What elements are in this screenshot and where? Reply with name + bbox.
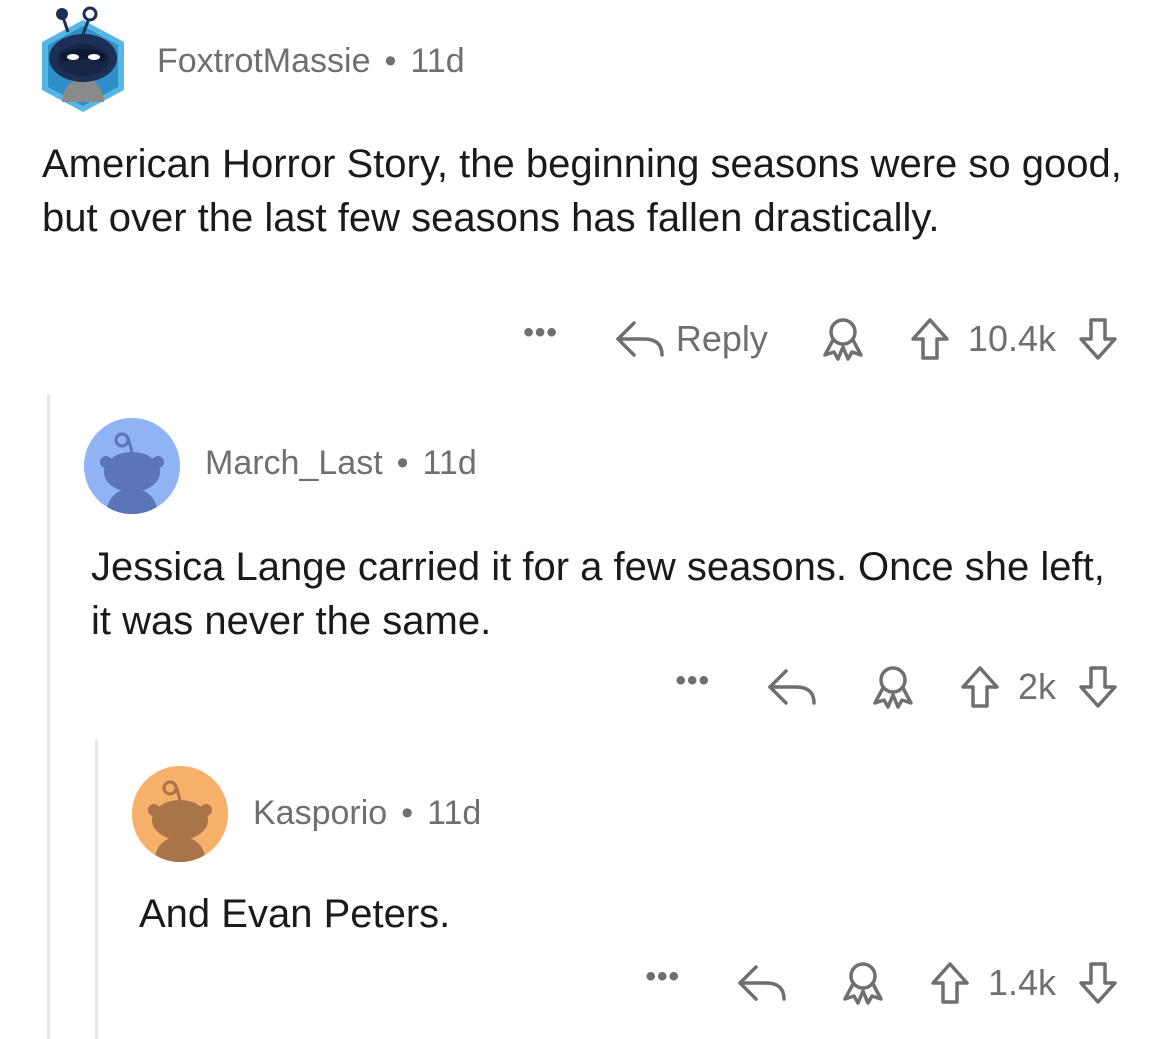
award-button[interactable] <box>840 961 886 1005</box>
comment-age: 11d <box>422 444 477 482</box>
downvote-icon[interactable] <box>1078 665 1118 709</box>
reply-button[interactable] <box>736 963 788 1003</box>
downvote-icon[interactable] <box>1078 961 1118 1005</box>
more-options-button[interactable]: ••• <box>523 316 558 350</box>
avatar[interactable] <box>132 766 228 862</box>
snoo-avatar-icon <box>132 766 228 862</box>
comment-actions: ••• 2k <box>675 662 1118 712</box>
award-button[interactable] <box>820 317 866 361</box>
comment-actions: ••• 1.4k <box>645 958 1118 1008</box>
meta-separator: • <box>396 444 409 482</box>
thread-line-level-2[interactable] <box>95 740 98 1039</box>
username[interactable]: March_Last <box>205 444 383 483</box>
more-options-button[interactable]: ••• <box>645 960 680 994</box>
upvote-icon[interactable] <box>960 665 1000 709</box>
vote-score: 2k <box>1017 666 1056 707</box>
upvote-icon[interactable] <box>910 317 950 361</box>
avatar[interactable] <box>38 2 128 114</box>
downvote-icon[interactable] <box>1078 317 1118 361</box>
comment-body: American Horror Story, the beginning sea… <box>42 142 1122 240</box>
more-options-button[interactable]: ••• <box>675 664 710 698</box>
meta-separator: • <box>401 794 414 832</box>
username[interactable]: Kasporio <box>253 794 387 833</box>
award-icon <box>840 961 886 1005</box>
upvote-icon[interactable] <box>930 961 970 1005</box>
comment-body: And Evan Peters. <box>139 892 451 936</box>
reply-arrow-icon <box>614 319 666 359</box>
comment-age: 11d <box>410 42 465 80</box>
award-button[interactable] <box>870 665 916 709</box>
award-icon <box>820 317 866 361</box>
reply-arrow-icon <box>736 963 788 1003</box>
thread-line-level-1[interactable] <box>47 395 50 1039</box>
comment-body: Jessica Lange carried it for a few seaso… <box>91 545 1105 643</box>
vote-score: 1.4k <box>987 962 1056 1003</box>
comment-meta: Kasporio • 11d <box>253 794 481 833</box>
reply-label: Reply <box>675 318 768 359</box>
comment-actions: ••• Reply 10.4k <box>523 314 1118 364</box>
reply-arrow-icon <box>766 667 818 707</box>
avatar[interactable] <box>84 418 180 514</box>
meta-separator: • <box>384 42 397 80</box>
comment-meta: March_Last • 11d <box>205 444 477 483</box>
vote-score: 10.4k <box>967 318 1056 359</box>
reply-button[interactable] <box>766 667 818 707</box>
username[interactable]: FoxtrotMassie <box>157 42 371 81</box>
comment-age: 11d <box>427 794 482 832</box>
snoo-avatar-icon <box>84 418 180 514</box>
reply-button[interactable]: Reply <box>614 318 768 360</box>
comment-meta: FoxtrotMassie • 11d <box>157 42 465 81</box>
snoo-hexagon-icon <box>42 6 124 112</box>
award-icon <box>870 665 916 709</box>
